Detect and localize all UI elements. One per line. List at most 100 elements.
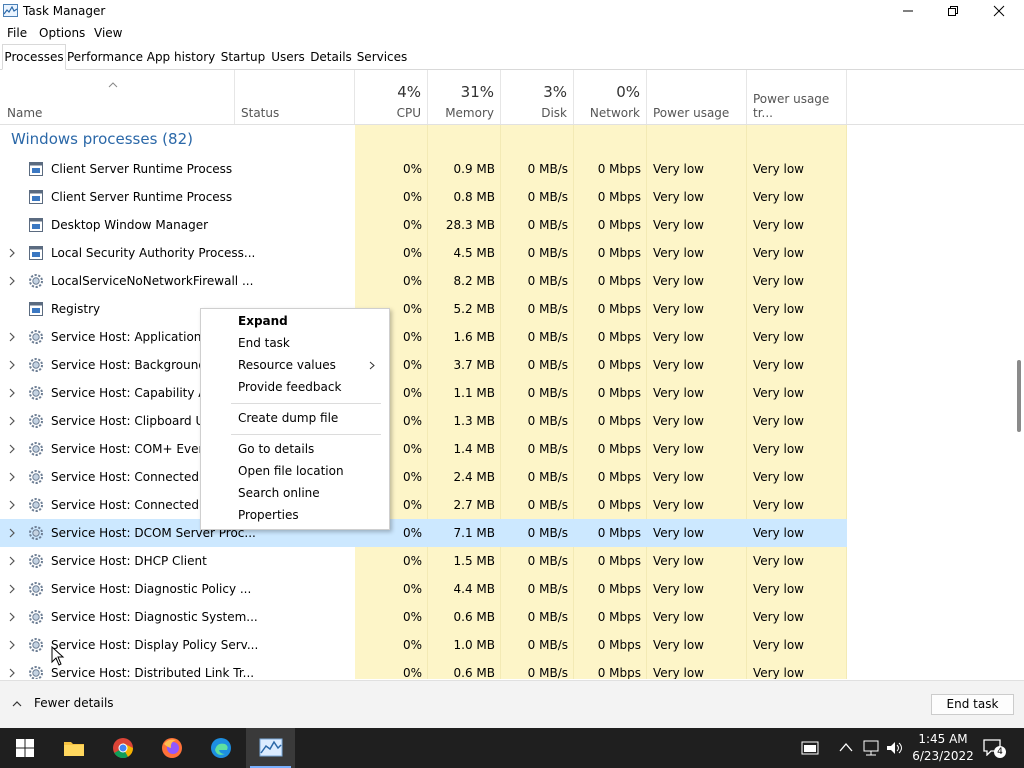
chevron-right-icon <box>369 361 375 370</box>
chevron-right-icon[interactable] <box>7 331 17 343</box>
column-power-trend[interactable]: Power usage tr... <box>747 70 847 124</box>
power-value: Very low <box>653 442 704 456</box>
restore-button[interactable] <box>930 0 976 22</box>
menu-item-resource-values[interactable]: Resource values <box>238 358 336 372</box>
menu-item-search-online[interactable]: Search online <box>238 486 320 500</box>
table-row[interactable]: Service Host: Application Inf 0% 1.6 MB 0 M… <box>0 323 847 351</box>
task-manager-taskbar-button[interactable] <box>246 728 295 768</box>
chevron-right-icon[interactable] <box>7 499 17 511</box>
column-name[interactable]: Name <box>0 70 235 124</box>
tab-app-history[interactable]: App history <box>146 45 216 69</box>
chevron-right-icon[interactable] <box>7 667 17 679</box>
gear-icon <box>28 553 44 569</box>
process-name: Desktop Window Manager <box>51 218 209 232</box>
vertical-scrollbar[interactable] <box>1014 125 1024 679</box>
tab-details[interactable]: Details <box>309 45 353 69</box>
menu-view[interactable]: View <box>94 26 122 40</box>
chevron-up-icon[interactable] <box>839 742 853 752</box>
table-row[interactable]: Service Host: Clipboard User 0% 1.3 MB 0 MB… <box>0 407 847 435</box>
table-row[interactable]: Service Host: Display Policy Serv... 0% 1.… <box>0 631 847 659</box>
table-row[interactable]: LocalServiceNoNetworkFirewall ... 0% 8.2 M… <box>0 267 847 295</box>
menu-item-go-to-details[interactable]: Go to details <box>238 442 314 456</box>
process-name: Client Server Runtime Process <box>51 190 233 204</box>
power-trend-value: Very low <box>753 666 804 679</box>
file-explorer-icon[interactable] <box>62 736 86 760</box>
menu-item-open-file-location[interactable]: Open file location <box>238 464 344 478</box>
table-row[interactable]: Service Host: Capability Acc 0% 1.1 MB 0 MB… <box>0 379 847 407</box>
table-row[interactable]: Service Host: Diagnostic Policy ... 0% 4.4… <box>0 575 847 603</box>
menu-item-properties[interactable]: Properties <box>238 508 299 522</box>
menu-item-provide-feedback[interactable]: Provide feedback <box>238 380 341 394</box>
column-power-usage[interactable]: Power usage <box>647 70 747 124</box>
chevron-right-icon[interactable] <box>7 471 17 483</box>
power-value: Very low <box>653 274 704 288</box>
table-row[interactable]: Local Security Authority Process... 0% 4.5… <box>0 239 847 267</box>
table-row[interactable]: Registry 0% 5.2 MB 0 MB/s 0 Mbps Very low Very… <box>0 295 847 323</box>
column-name-label: Name <box>7 106 43 120</box>
clock[interactable]: 1:45 AM 6/23/2022 <box>908 731 978 765</box>
disk-value: 0 MB/s <box>527 414 568 428</box>
chevron-right-icon[interactable] <box>7 415 17 427</box>
table-row[interactable]: Service Host: DHCP Client 0% 1.5 MB 0 MB/s 0… <box>0 547 847 575</box>
chevron-right-icon[interactable] <box>7 275 17 287</box>
gear-icon <box>28 581 44 597</box>
menu-item-create-dump-file[interactable]: Create dump file <box>238 411 338 425</box>
minimize-button[interactable] <box>885 0 931 22</box>
menu-file[interactable]: File <box>7 26 27 40</box>
chrome-icon[interactable] <box>111 736 135 760</box>
gear-icon <box>28 273 44 289</box>
chevron-right-icon[interactable] <box>7 583 17 595</box>
table-row[interactable]: Desktop Window Manager 0% 28.3 MB 0 MB/s 0 M… <box>0 211 847 239</box>
tab-startup[interactable]: Startup <box>219 45 267 69</box>
tab-processes[interactable]: Processes <box>2 44 66 70</box>
memory-value: 5.2 MB <box>453 302 495 316</box>
scrollbar-thumb[interactable] <box>1017 360 1021 432</box>
menu-options[interactable]: Options <box>39 26 85 40</box>
windows-start-icon[interactable] <box>13 736 37 760</box>
column-memory[interactable]: 31% Memory <box>428 70 501 124</box>
close-button[interactable] <box>976 0 1022 22</box>
network-value: 0 Mbps <box>597 526 641 540</box>
table-row[interactable]: Service Host: DCOM Server Proc... 0% 7.1 M… <box>0 519 847 547</box>
chevron-right-icon[interactable] <box>7 555 17 567</box>
chevron-right-icon[interactable] <box>7 247 17 259</box>
table-row[interactable]: Service Host: Distributed Link Tr... 0% 0.… <box>0 659 847 679</box>
chevron-up-icon <box>12 701 22 707</box>
notification-center-button[interactable]: 4 <box>982 738 1006 758</box>
task-view-icon[interactable] <box>801 741 819 755</box>
power-trend-value: Very low <box>753 498 804 512</box>
group-header[interactable]: Windows processes (82) <box>0 125 1014 153</box>
column-disk[interactable]: 3% Disk <box>501 70 574 124</box>
table-row[interactable]: Service Host: Diagnostic System... 0% 0.6 … <box>0 603 847 631</box>
end-task-button[interactable]: End task <box>931 694 1014 715</box>
window-icon <box>28 245 44 261</box>
column-network[interactable]: 0% Network <box>574 70 647 124</box>
chevron-right-icon[interactable] <box>7 359 17 371</box>
volume-icon[interactable] <box>885 739 903 757</box>
fewer-details-link[interactable]: Fewer details <box>34 696 114 710</box>
column-status[interactable]: Status <box>235 70 355 124</box>
chevron-right-icon[interactable] <box>7 611 17 623</box>
network-icon[interactable] <box>862 739 880 757</box>
tab-users[interactable]: Users <box>270 45 306 69</box>
table-row[interactable]: Service Host: Connected Dev 0% 2.4 MB 0 MB/… <box>0 463 847 491</box>
chevron-right-icon[interactable] <box>7 443 17 455</box>
table-row[interactable]: Client Server Runtime Process 0% 0.8 MB 0 M… <box>0 183 847 211</box>
clock-time: 1:45 AM <box>918 732 968 746</box>
table-row[interactable]: Service Host: Background In 0% 3.7 MB 0 MB/… <box>0 351 847 379</box>
context-menu: Expand End task Resource values Provide … <box>200 308 390 530</box>
chevron-right-icon[interactable] <box>7 639 17 651</box>
power-trend-value: Very low <box>753 526 804 540</box>
menu-item-expand[interactable]: Expand <box>238 314 288 328</box>
table-row[interactable]: Client Server Runtime Process 0% 0.9 MB 0 M… <box>0 155 847 183</box>
tab-services[interactable]: Services <box>356 45 408 69</box>
firefox-icon[interactable] <box>160 736 184 760</box>
edge-icon[interactable] <box>209 736 233 760</box>
tab-performance[interactable]: Performance <box>66 45 144 69</box>
chevron-right-icon[interactable] <box>7 387 17 399</box>
chevron-right-icon[interactable] <box>7 527 17 539</box>
menu-item-end-task[interactable]: End task <box>238 336 290 350</box>
table-row[interactable]: Service Host: Connected Dev 0% 2.7 MB 0 MB/… <box>0 491 847 519</box>
table-row[interactable]: Service Host: COM+ Event S 0% 1.4 MB 0 MB/s… <box>0 435 847 463</box>
column-cpu[interactable]: 4% CPU <box>355 70 428 124</box>
